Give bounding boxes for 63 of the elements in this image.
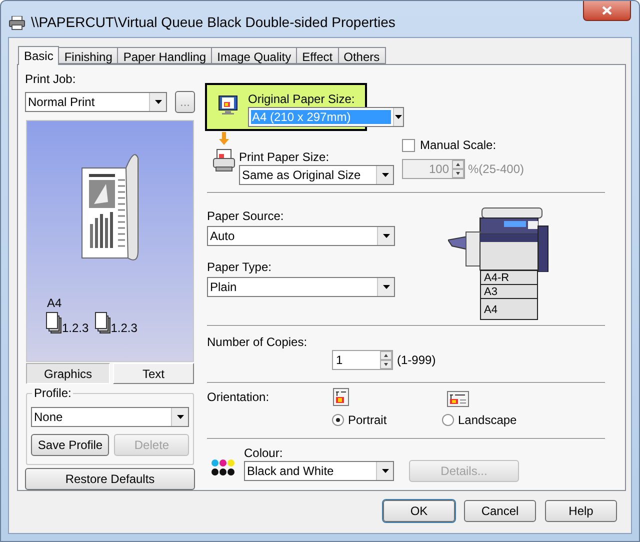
paper-size-label: A4 bbox=[47, 296, 63, 310]
range-hint: (1-999) bbox=[397, 352, 436, 369]
field-label: Number of Copies: bbox=[207, 335, 308, 349]
spinner-icon bbox=[452, 160, 464, 178]
paper-tray: A4-R bbox=[480, 270, 538, 285]
caret-icon bbox=[382, 285, 390, 289]
portrait-page-icon bbox=[333, 388, 349, 406]
monitor-icon bbox=[218, 95, 238, 115]
collate-order-label: 1.2.3 bbox=[110, 322, 138, 334]
paper-type-dropdown[interactable]: Plain bbox=[207, 277, 395, 297]
collate-order-label: 1.2.3 bbox=[62, 322, 89, 334]
radio-label: Portrait bbox=[348, 412, 387, 429]
caret-icon bbox=[154, 100, 162, 104]
restore-defaults-button[interactable]: Restore Defaults bbox=[25, 468, 195, 490]
caret-icon bbox=[382, 469, 388, 473]
field-label: Colour: bbox=[244, 446, 284, 460]
down-arrow-icon bbox=[219, 132, 229, 146]
spinner-icon bbox=[380, 351, 392, 369]
checkbox-label: Manual Scale: bbox=[420, 137, 496, 154]
printer-icon bbox=[213, 149, 235, 172]
range-hint: %(25-400) bbox=[468, 161, 524, 178]
caret-icon bbox=[394, 115, 402, 119]
ink-dots-icon bbox=[211, 459, 235, 477]
radio-button[interactable] bbox=[332, 414, 344, 426]
paper-tray: A4 bbox=[480, 298, 538, 320]
field-label: Paper Type: bbox=[207, 260, 272, 274]
tab[interactable]: Paper Handling bbox=[118, 47, 212, 64]
tab[interactable]: Basic bbox=[18, 46, 60, 65]
profile-dropdown[interactable]: None bbox=[31, 407, 189, 427]
tab[interactable]: Others bbox=[338, 47, 386, 64]
tab[interactable]: Image Quality bbox=[212, 47, 298, 64]
caret-icon bbox=[176, 415, 184, 419]
stacked-pages-icon bbox=[94, 312, 111, 334]
paper-tray: A3 bbox=[480, 284, 538, 299]
field-label: Orientation: bbox=[207, 390, 270, 406]
field-label: Print Job: bbox=[25, 72, 77, 86]
field-label: Original Paper Size: bbox=[248, 92, 356, 106]
tab[interactable]: Finishing bbox=[59, 47, 118, 64]
view-tab[interactable]: Text bbox=[113, 363, 194, 384]
radio-button[interactable] bbox=[442, 414, 454, 426]
window-title: \\PAPERCUT\Virtual Queue Black Double-sided Properties bbox=[31, 13, 396, 32]
paper-source-dropdown[interactable]: Auto bbox=[207, 226, 395, 246]
landscape-page-icon bbox=[447, 391, 469, 407]
close-button[interactable] bbox=[583, 1, 631, 21]
profile-button[interactable]: Save Profile bbox=[31, 434, 110, 456]
field-label: Print Paper Size: bbox=[239, 150, 330, 164]
caret-icon bbox=[382, 173, 388, 177]
view-tab[interactable]: Graphics bbox=[26, 363, 110, 384]
group-label: Profile: bbox=[32, 386, 74, 400]
dialog-button[interactable]: Help bbox=[545, 500, 617, 522]
field-label: Paper Source: bbox=[207, 209, 285, 223]
dialog-button[interactable]: Cancel bbox=[464, 500, 536, 522]
colour-dropdown[interactable]: Black and White bbox=[244, 461, 394, 481]
close-icon bbox=[602, 6, 612, 15]
print-job-dropdown[interactable]: Normal Print bbox=[25, 92, 167, 112]
printer-icon bbox=[9, 16, 25, 30]
radio-label: Landscape bbox=[458, 412, 517, 429]
stacked-pages-icon bbox=[46, 312, 62, 334]
dialog-button[interactable]: OK bbox=[383, 500, 455, 522]
print-paper-size-dropdown[interactable]: Same as Original Size bbox=[239, 165, 394, 185]
tab[interactable]: Effect bbox=[297, 47, 339, 64]
caret-icon bbox=[382, 234, 390, 238]
copies-field[interactable]: 1 bbox=[332, 350, 393, 370]
